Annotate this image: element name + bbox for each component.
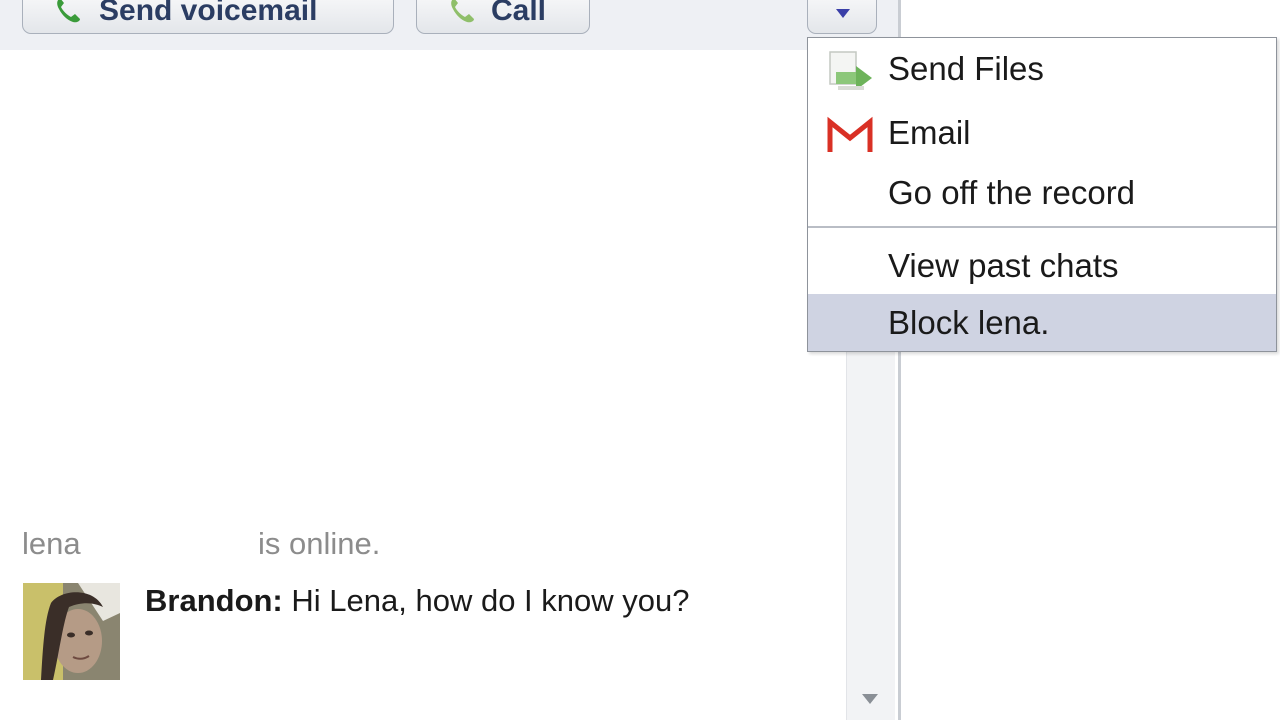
chat-toolbar: Send voicemail Call [0, 0, 900, 50]
menu-item-send-files[interactable]: Send Files [808, 40, 1276, 98]
more-options-button[interactable] [807, 0, 877, 34]
user-photo [23, 583, 120, 680]
send-files-icon [829, 51, 872, 90]
menu-item-label: View past chats [888, 247, 1119, 284]
status-contact-name: lena [22, 526, 81, 561]
menu-item-label: Email [888, 114, 971, 151]
more-options-menu: Send Files Email Go off the record View … [807, 37, 1277, 352]
menu-item-go-off-the-record[interactable]: Go off the record [808, 164, 1276, 222]
gmail-icon [827, 116, 873, 152]
send-voicemail-label: Send voicemail [99, 0, 318, 27]
menu-separator [808, 226, 1276, 228]
chevron-down-icon [836, 9, 850, 18]
message-text: Hi Lena, how do I know you? [291, 583, 690, 618]
phone-icon [57, 0, 80, 23]
call-button[interactable]: Call [416, 0, 590, 34]
chat-window: Send voicemail Call lena is online. Bran [0, 0, 1280, 720]
status-text: is online. [258, 526, 381, 561]
menu-item-block-contact[interactable]: Block lena. [808, 294, 1276, 351]
menu-item-label: Send Files [888, 50, 1044, 87]
menu-item-label: Go off the record [888, 174, 1136, 211]
menu-item-label: Block lena. [888, 304, 1050, 341]
send-voicemail-button[interactable]: Send voicemail [22, 0, 394, 34]
menu-item-view-past-chats[interactable]: View past chats [808, 237, 1276, 295]
avatar [23, 583, 120, 680]
message-sender: Brandon: [145, 583, 283, 618]
menu-item-email[interactable]: Email [808, 104, 1276, 162]
scroll-down-arrow-icon[interactable] [862, 694, 878, 704]
phone-icon [451, 0, 474, 23]
chat-message: Brandon: Hi Lena, how do I know you? [145, 583, 689, 619]
call-label: Call [491, 0, 547, 27]
